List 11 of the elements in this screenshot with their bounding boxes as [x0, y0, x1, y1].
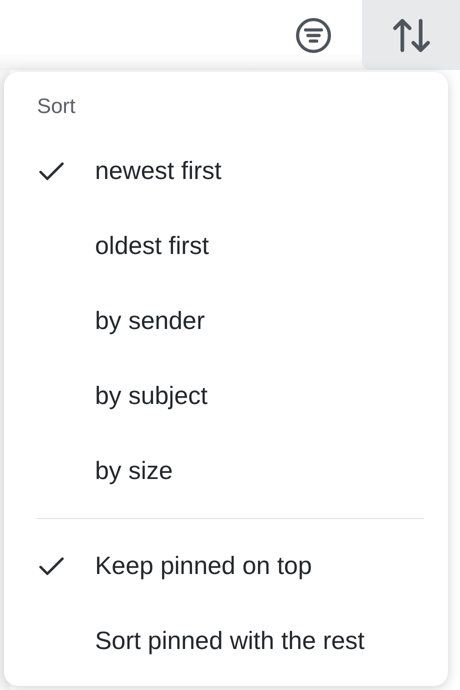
menu-item[interactable]: oldest first	[4, 208, 448, 284]
menu-item[interactable]: by sender	[4, 284, 448, 358]
filter-icon	[296, 18, 330, 52]
menu-item[interactable]: newest first	[4, 134, 448, 208]
menu-heading: Sort	[37, 94, 77, 120]
menu-item[interactable]: Sort pinned with the rest	[4, 604, 448, 678]
menu-item[interactable]: by size	[4, 434, 448, 508]
sort-icon	[392, 18, 430, 52]
menu-item[interactable]: Keep pinned on top	[4, 528, 448, 604]
sort-button[interactable]	[362, 0, 460, 70]
menu-item[interactable]: by subject	[4, 358, 448, 434]
